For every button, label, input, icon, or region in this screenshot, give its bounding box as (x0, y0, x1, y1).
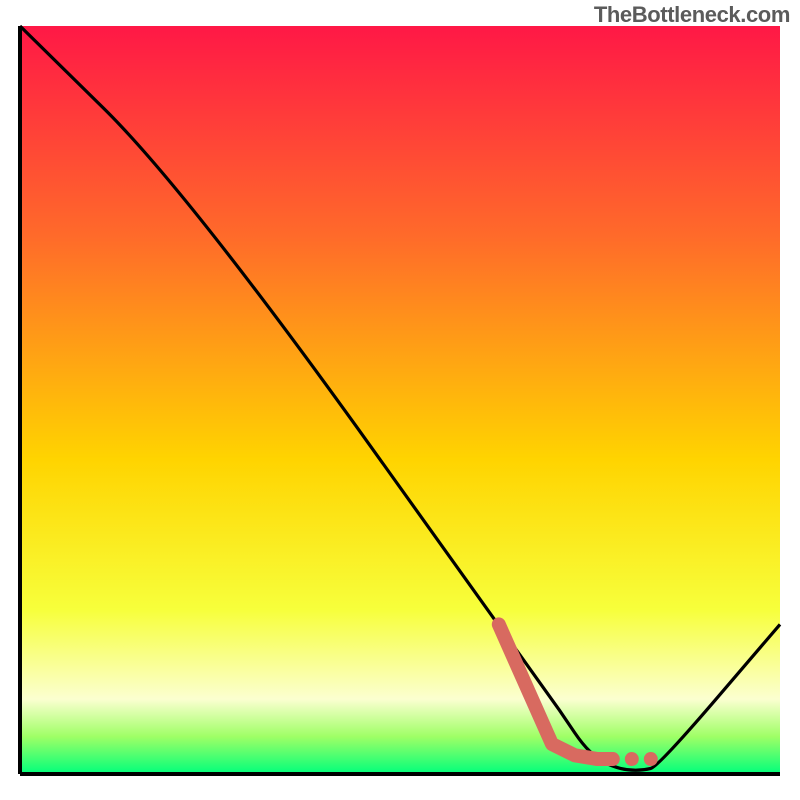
highlight-dot (625, 752, 639, 766)
bottleneck-plot (0, 0, 800, 800)
chart-container: TheBottleneck.com (0, 0, 800, 800)
watermark-text: TheBottleneck.com (594, 2, 790, 28)
highlight-dot (644, 752, 658, 766)
